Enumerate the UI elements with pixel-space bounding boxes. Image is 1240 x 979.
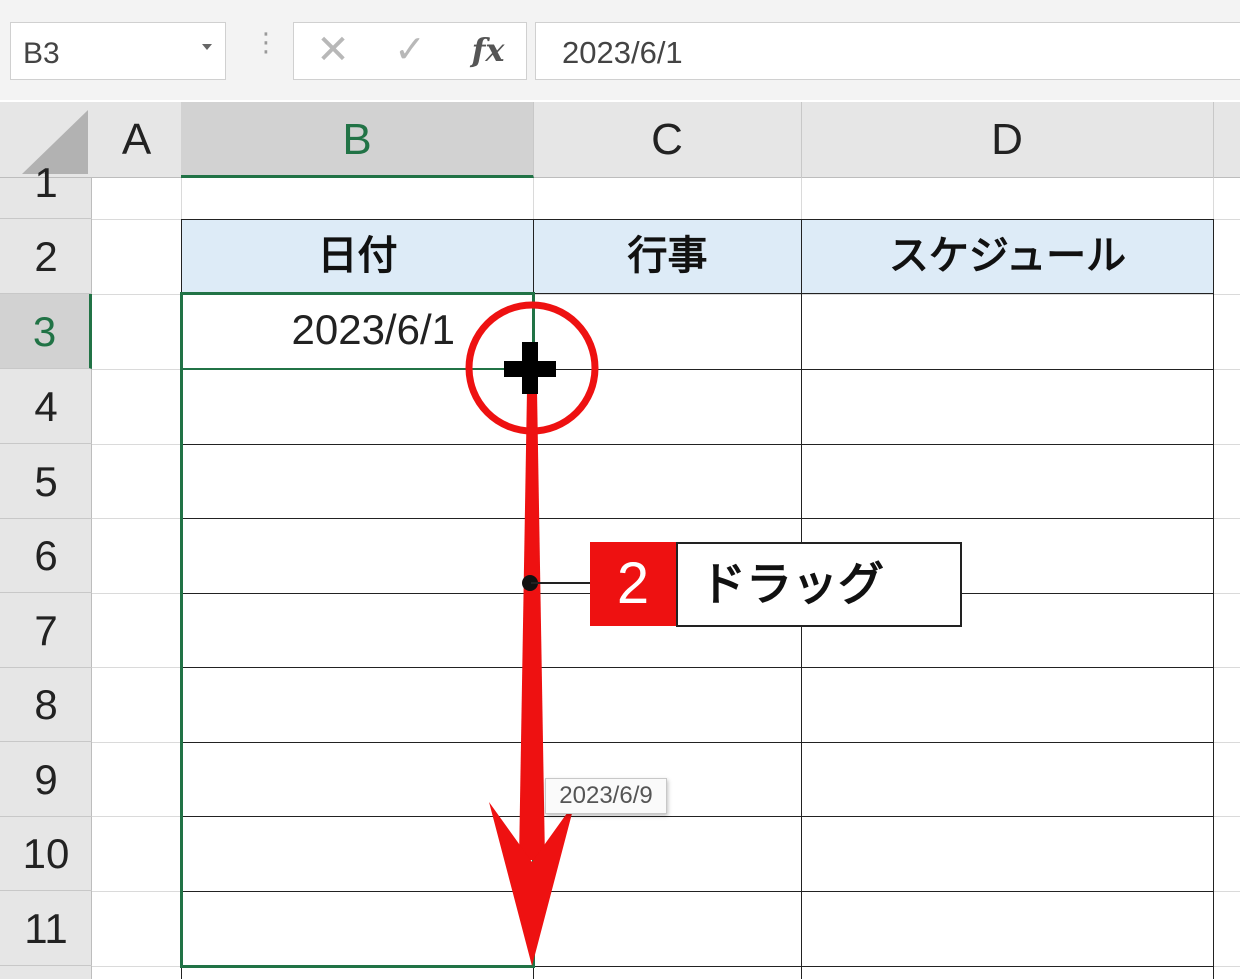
callout-line [531,582,590,584]
down-arrow-icon [489,390,575,966]
annotation-overlay [465,301,599,966]
callout-step-number: 2 [590,542,676,626]
autofill-tooltip: 2023/6/9 [545,778,667,814]
fill-handle-cursor-icon [504,342,556,394]
callout-label: ドラッグ [676,542,962,627]
